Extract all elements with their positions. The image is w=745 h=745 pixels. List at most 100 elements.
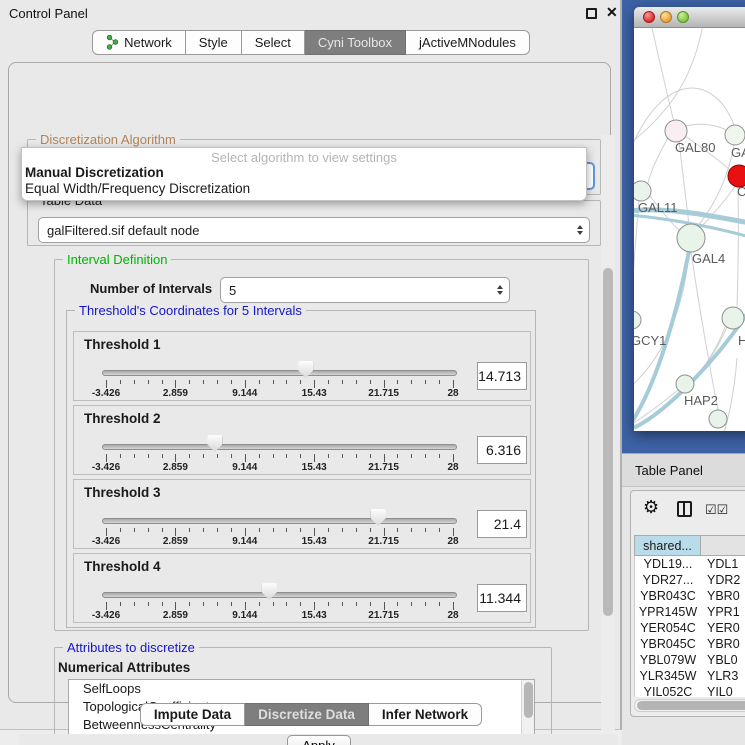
- table-cell: YPR145W: [635, 604, 701, 620]
- table-row[interactable]: YLR345WYLR3: [635, 668, 745, 684]
- attributes-to-discretize-label: Attributes to discretize: [63, 640, 199, 655]
- mac-minimize-icon[interactable]: [660, 11, 672, 23]
- network-node[interactable]: [709, 410, 727, 428]
- columns-icon[interactable]: [677, 501, 692, 517]
- network-node-gal11[interactable]: [634, 181, 651, 201]
- table-row[interactable]: YBL079WYBL0: [635, 652, 745, 668]
- network-window-titlebar[interactable]: [634, 7, 745, 28]
- panel-vertical-scrollbar[interactable]: [601, 135, 615, 745]
- close-panel-icon[interactable]: ✕: [606, 4, 618, 21]
- table-cell: YDR2: [701, 572, 745, 588]
- tab-label: Network: [124, 31, 172, 54]
- table-cell: YBL0: [701, 652, 745, 668]
- column-header-name[interactable]: n: [701, 536, 745, 555]
- table-row[interactable]: YPR145WYPR1: [635, 604, 745, 620]
- threshold-label: Threshold 4: [84, 559, 161, 574]
- network-canvas[interactable]: GAL80GACGAL11GAL4GCY1HHAP2: [634, 28, 745, 431]
- threshold-1-box: Threshold 1-3.4262.8599.14415.4321.71528…: [73, 331, 531, 401]
- gear-icon[interactable]: ⚙: [643, 498, 659, 516]
- bottom-tab-discretize-data[interactable]: Discretize Data: [245, 703, 369, 726]
- table-cell: YER0: [701, 620, 745, 636]
- network-node-label: GAL4: [692, 251, 725, 266]
- threshold-slider-track[interactable]: [102, 444, 457, 450]
- threshold-value-field[interactable]: 11.344: [477, 584, 527, 612]
- interval-definition-label: Interval Definition: [63, 252, 171, 267]
- table-panel-area: ⚙ ☑☑ shared... n YDL19...YDL1YDR27...YDR…: [622, 487, 745, 745]
- network-node-label: H: [738, 333, 745, 348]
- threshold-4-box: Threshold 4-3.4262.8599.14415.4321.71528…: [73, 553, 531, 623]
- table-data-value: galFiltered.sif default node: [39, 223, 571, 238]
- table-cell: YDR27...: [635, 572, 701, 588]
- attribute-item-selfloops[interactable]: SelfLoops: [69, 680, 534, 698]
- thresholds-coordinates-group: Threshold's Coordinates for 5 Intervals …: [66, 310, 536, 628]
- table-header-row: shared... n: [634, 535, 745, 556]
- table-cell: YLR345W: [635, 668, 701, 684]
- table-row[interactable]: YBR043CYBR0: [635, 588, 745, 604]
- numerical-attributes-label: Numerical Attributes: [58, 660, 190, 675]
- table-row[interactable]: YDL19...YDL1: [635, 556, 745, 572]
- table-cell: YBR045C: [635, 636, 701, 652]
- control-panel-tabs: Network StyleSelectCyni ToolboxjActiveMNo…: [0, 30, 622, 55]
- network-node-gal4[interactable]: [677, 224, 705, 252]
- slider-ticks: [106, 454, 453, 462]
- slider-ticks: [106, 602, 453, 610]
- threshold-3-box: Threshold 3 -3.4262.8599.14415.4321.71528…: [73, 479, 531, 549]
- combo-stepper-icon: [571, 225, 589, 235]
- float-panel-icon[interactable]: [586, 8, 597, 19]
- table-horizontal-scrollbar[interactable]: [634, 699, 745, 712]
- select-columns-checkboxes-icon[interactable]: ☑☑: [705, 502, 728, 518]
- threshold-label: Threshold 3: [84, 485, 161, 500]
- popup-option-manual-discretization[interactable]: Manual Discretization: [22, 165, 586, 181]
- network-node-h[interactable]: [722, 307, 744, 329]
- table-row[interactable]: YIL052CYIL0: [635, 684, 745, 697]
- table-cell: YIL0: [701, 684, 745, 697]
- table-cell: YBR0: [701, 588, 745, 604]
- bottom-tab-impute-data[interactable]: Impute Data: [140, 703, 245, 726]
- network-node-gcy1[interactable]: [634, 311, 641, 329]
- threshold-slider-track[interactable]: [102, 592, 457, 598]
- tab-select[interactable]: Select: [242, 30, 305, 55]
- table-cell: YDL1: [701, 556, 745, 572]
- slider-tick-labels: -3.4262.8599.14415.4321.71528: [106, 536, 453, 548]
- threshold-value-field[interactable]: 6.316: [477, 436, 527, 464]
- threshold-value-field[interactable]: 14.713: [477, 362, 527, 390]
- network-node-label: GAL11: [638, 200, 678, 215]
- apply-button[interactable]: Apply: [287, 735, 351, 745]
- network-node-label: HAP2: [684, 393, 718, 408]
- table-cell: YPR1: [701, 604, 745, 620]
- tab-network[interactable]: Network: [92, 30, 186, 55]
- network-node-gal80[interactable]: [665, 120, 687, 142]
- table-toolbar: ⚙ ☑☑: [631, 491, 745, 531]
- number-of-intervals-label: Number of Intervals: [90, 281, 212, 296]
- scrollbar-thumb[interactable]: [603, 268, 613, 616]
- table-cell: YER054C: [635, 620, 701, 636]
- network-node-ga[interactable]: [725, 125, 745, 145]
- table-row[interactable]: YER054CYER0: [635, 620, 745, 636]
- slider-tick-labels: -3.4262.8599.14415.4321.71528: [106, 462, 453, 474]
- tab-style[interactable]: Style: [186, 30, 242, 55]
- mac-zoom-icon[interactable]: [677, 11, 689, 23]
- table-row[interactable]: YBR045CYBR0: [635, 636, 745, 652]
- algorithm-popup-hint: Select algorithm to view settings: [22, 148, 586, 165]
- column-header-shared-name[interactable]: shared...: [635, 536, 701, 555]
- tab-cyni-toolbox[interactable]: Cyni Toolbox: [305, 30, 406, 55]
- network-node-hap2[interactable]: [676, 375, 694, 393]
- cyni-bottom-tabs: Impute DataDiscretize DataInfer Network: [0, 703, 622, 726]
- table-row[interactable]: YDR27...YDR2: [635, 572, 745, 588]
- threshold-slider-track[interactable]: [102, 518, 457, 524]
- algorithm-dropdown-popup: Select algorithm to view settings Manual…: [21, 147, 587, 201]
- node-table: shared... n YDL19...YDL1YDR27...YDR2YBR0…: [634, 535, 745, 697]
- control-panel: Control Panel ✕ NetworkStyleSelectCyni T…: [0, 0, 622, 730]
- table-panel-title: Table Panel: [635, 463, 703, 478]
- mac-close-icon[interactable]: [643, 11, 655, 23]
- table-rows: YDL19...YDL1YDR27...YDR2YBR043CYBR0YPR14…: [634, 556, 745, 697]
- scrollbar-thumb[interactable]: [637, 701, 745, 710]
- combo-stepper-icon: [491, 285, 509, 295]
- popup-option-equal-width-frequency[interactable]: Equal Width/Frequency Discretization: [22, 181, 586, 197]
- bottom-tab-infer-network[interactable]: Infer Network: [369, 703, 482, 726]
- threshold-value-field[interactable]: 21.4: [477, 510, 527, 538]
- threshold-slider-track[interactable]: [102, 370, 457, 376]
- tab-jactivemnodules[interactable]: jActiveMNodules: [406, 30, 530, 55]
- table-data-combobox[interactable]: galFiltered.sif default node: [38, 217, 590, 243]
- number-of-intervals-combobox[interactable]: 5: [220, 277, 510, 303]
